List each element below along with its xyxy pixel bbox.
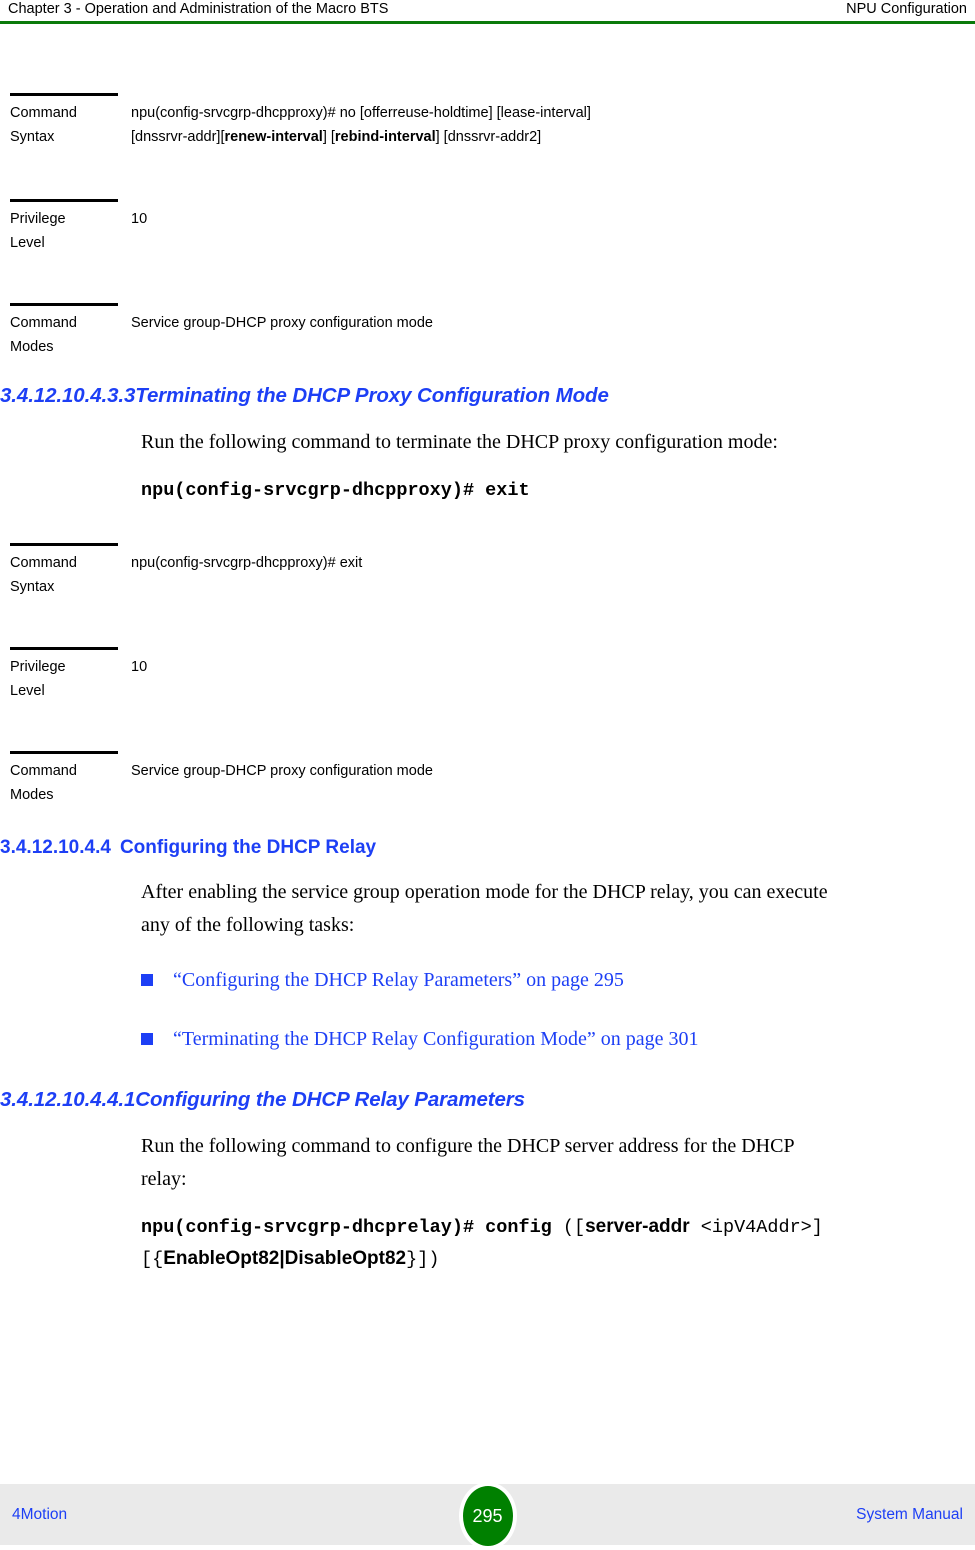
table-row: Privilege Level 10 xyxy=(0,647,975,703)
row-value: 10 xyxy=(131,211,148,227)
paragraph-dhcp-relay-intro: After enabling the service group operati… xyxy=(141,881,828,936)
row-label-line-1: Command xyxy=(10,555,77,571)
code-config-relay: npu(config-srvcgrp-dhcprelay)# config ([… xyxy=(0,1211,975,1275)
page-number: 295 xyxy=(472,1505,503,1526)
code-close-brace: }]) xyxy=(406,1249,440,1270)
header-chapter-title: Chapter 3 - Operation and Administration… xyxy=(8,1,389,17)
code-cmd: npu(config-srvcgrp-dhcprelay)# config xyxy=(141,1217,563,1238)
crossref-link-relay-parameters[interactable]: “Configuring the DHCP Relay Parameters” … xyxy=(173,964,975,997)
heading-number: 3.4.12.10.4.3.3 xyxy=(0,384,136,407)
heading-number: 3.4.12.10.4.4.1 xyxy=(0,1088,136,1111)
code-param-server-addr: server-addr xyxy=(585,1216,690,1237)
row-label: Privilege Level xyxy=(0,207,131,255)
row-label: Command Modes xyxy=(0,759,131,807)
code-param-opt82: EnableOpt82|DisableOpt82 xyxy=(163,1248,407,1269)
table-row: Privilege Level 10 xyxy=(0,199,975,255)
row-label-line-2: Modes xyxy=(10,339,54,355)
row-value: 10 xyxy=(131,659,148,675)
table-row: Command Syntax npu(config-srvcgrp-dhcppr… xyxy=(0,93,975,149)
table-row: Command Modes Service group-DHCP proxy c… xyxy=(0,303,975,359)
row-label-line-1: Command xyxy=(10,105,77,121)
paragraph-relay-params: Run the following command to configure t… xyxy=(141,1135,794,1190)
row-label: Command Syntax xyxy=(0,101,131,149)
row-value: Service group-DHCP proxy configuration m… xyxy=(131,763,433,779)
header-section-title: NPU Configuration xyxy=(846,1,967,17)
row-label-line-1: Command xyxy=(10,315,77,331)
row-value: npu(config-srvcgrp-dhcpproxy)# exit xyxy=(131,555,363,571)
syntax-line-1: npu(config-srvcgrp-dhcpproxy)# no [offer… xyxy=(131,105,591,121)
syntax-plain-a: [dnssrvr-addr][ xyxy=(131,129,225,145)
page-number-badge: 295 xyxy=(458,1482,517,1550)
syntax-plain-b: ] [ xyxy=(322,129,335,145)
row-label-line-1: Privilege xyxy=(10,211,66,227)
code-line-2: [{EnableOpt82|DisableOpt82}]) xyxy=(141,1243,915,1275)
square-bullet-icon xyxy=(141,1033,153,1045)
square-bullet-icon xyxy=(141,974,153,986)
row-value: npu(config-srvcgrp-dhcpproxy)# no [offer… xyxy=(131,101,975,149)
table-row: Command Syntax npu(config-srvcgrp-dhcppr… xyxy=(0,543,975,599)
heading-number: 3.4.12.10.4.4 xyxy=(0,837,111,858)
list-item[interactable]: “Configuring the DHCP Relay Parameters” … xyxy=(0,964,975,997)
code-line-1: npu(config-srvcgrp-dhcprelay)# config ([… xyxy=(141,1211,915,1243)
heading-title: Configuring the DHCP Relay xyxy=(119,837,377,858)
row-label-line-2: Syntax xyxy=(10,129,55,145)
syntax-bold-rebind-interval: rebind-interval xyxy=(334,129,436,145)
footer-product-name: 4Motion xyxy=(12,1505,68,1523)
heading-terminating-dhcp-proxy: 3.4.12.10.4.3.3Terminating the DHCP Prox… xyxy=(0,382,975,410)
command-table-exit: Command Syntax npu(config-srvcgrp-dhcppr… xyxy=(0,543,975,807)
syntax-bold-renew-interval: renew-interval xyxy=(224,129,323,145)
command-table-no-dhcpproxy: Command Syntax npu(config-srvcgrp-dhcppr… xyxy=(0,93,975,359)
row-label: Privilege Level xyxy=(0,655,131,703)
row-label-line-1: Command xyxy=(10,763,77,779)
code-exit-proxy: npu(config-srvcgrp-dhcpproxy)# exit xyxy=(0,475,975,506)
paragraph-terminate-proxy: Run the following command to terminate t… xyxy=(141,431,778,453)
crossref-list: “Configuring the DHCP Relay Parameters” … xyxy=(0,964,975,1056)
heading-configuring-dhcp-relay: 3.4.12.10.4.4 Configuring the DHCP Relay xyxy=(0,835,975,861)
row-label-line-2: Level xyxy=(10,235,45,251)
code-open-bracket: ([ xyxy=(562,1217,586,1238)
code-placeholder-ipv4addr: <ipV4Addr>] xyxy=(689,1217,823,1238)
crossref-link-terminate-relay[interactable]: “Terminating the DHCP Relay Configuratio… xyxy=(173,1023,975,1056)
code-open-brace: [{ xyxy=(141,1249,164,1270)
heading-title: Configuring the DHCP Relay Parameters xyxy=(135,1088,525,1111)
row-label-line-2: Syntax xyxy=(10,579,55,595)
row-label: Command Modes xyxy=(0,311,131,359)
code-line: npu(config-srvcgrp-dhcpproxy)# exit xyxy=(141,480,530,501)
list-item[interactable]: “Terminating the DHCP Relay Configuratio… xyxy=(0,1023,975,1056)
heading-title: Terminating the DHCP Proxy Configuration… xyxy=(135,384,609,407)
row-label-line-2: Modes xyxy=(10,787,54,803)
row-label-line-2: Level xyxy=(10,683,45,699)
page-header: Chapter 3 - Operation and Administration… xyxy=(0,0,975,24)
row-value: Service group-DHCP proxy configuration m… xyxy=(131,315,433,331)
syntax-plain-c: ] [dnssrvr-addr2] xyxy=(435,129,542,145)
heading-configuring-relay-parameters: 3.4.12.10.4.4.1Configuring the DHCP Rela… xyxy=(0,1086,975,1114)
row-label-line-1: Privilege xyxy=(10,659,66,675)
table-row: Command Modes Service group-DHCP proxy c… xyxy=(0,751,975,807)
page-content: Command Syntax npu(config-srvcgrp-dhcppr… xyxy=(0,24,975,1476)
syntax-line-2: [dnssrvr-addr][renew-interval] [rebind-i… xyxy=(131,125,915,149)
row-label: Command Syntax xyxy=(0,551,131,599)
footer-manual-name: System Manual xyxy=(856,1505,963,1523)
